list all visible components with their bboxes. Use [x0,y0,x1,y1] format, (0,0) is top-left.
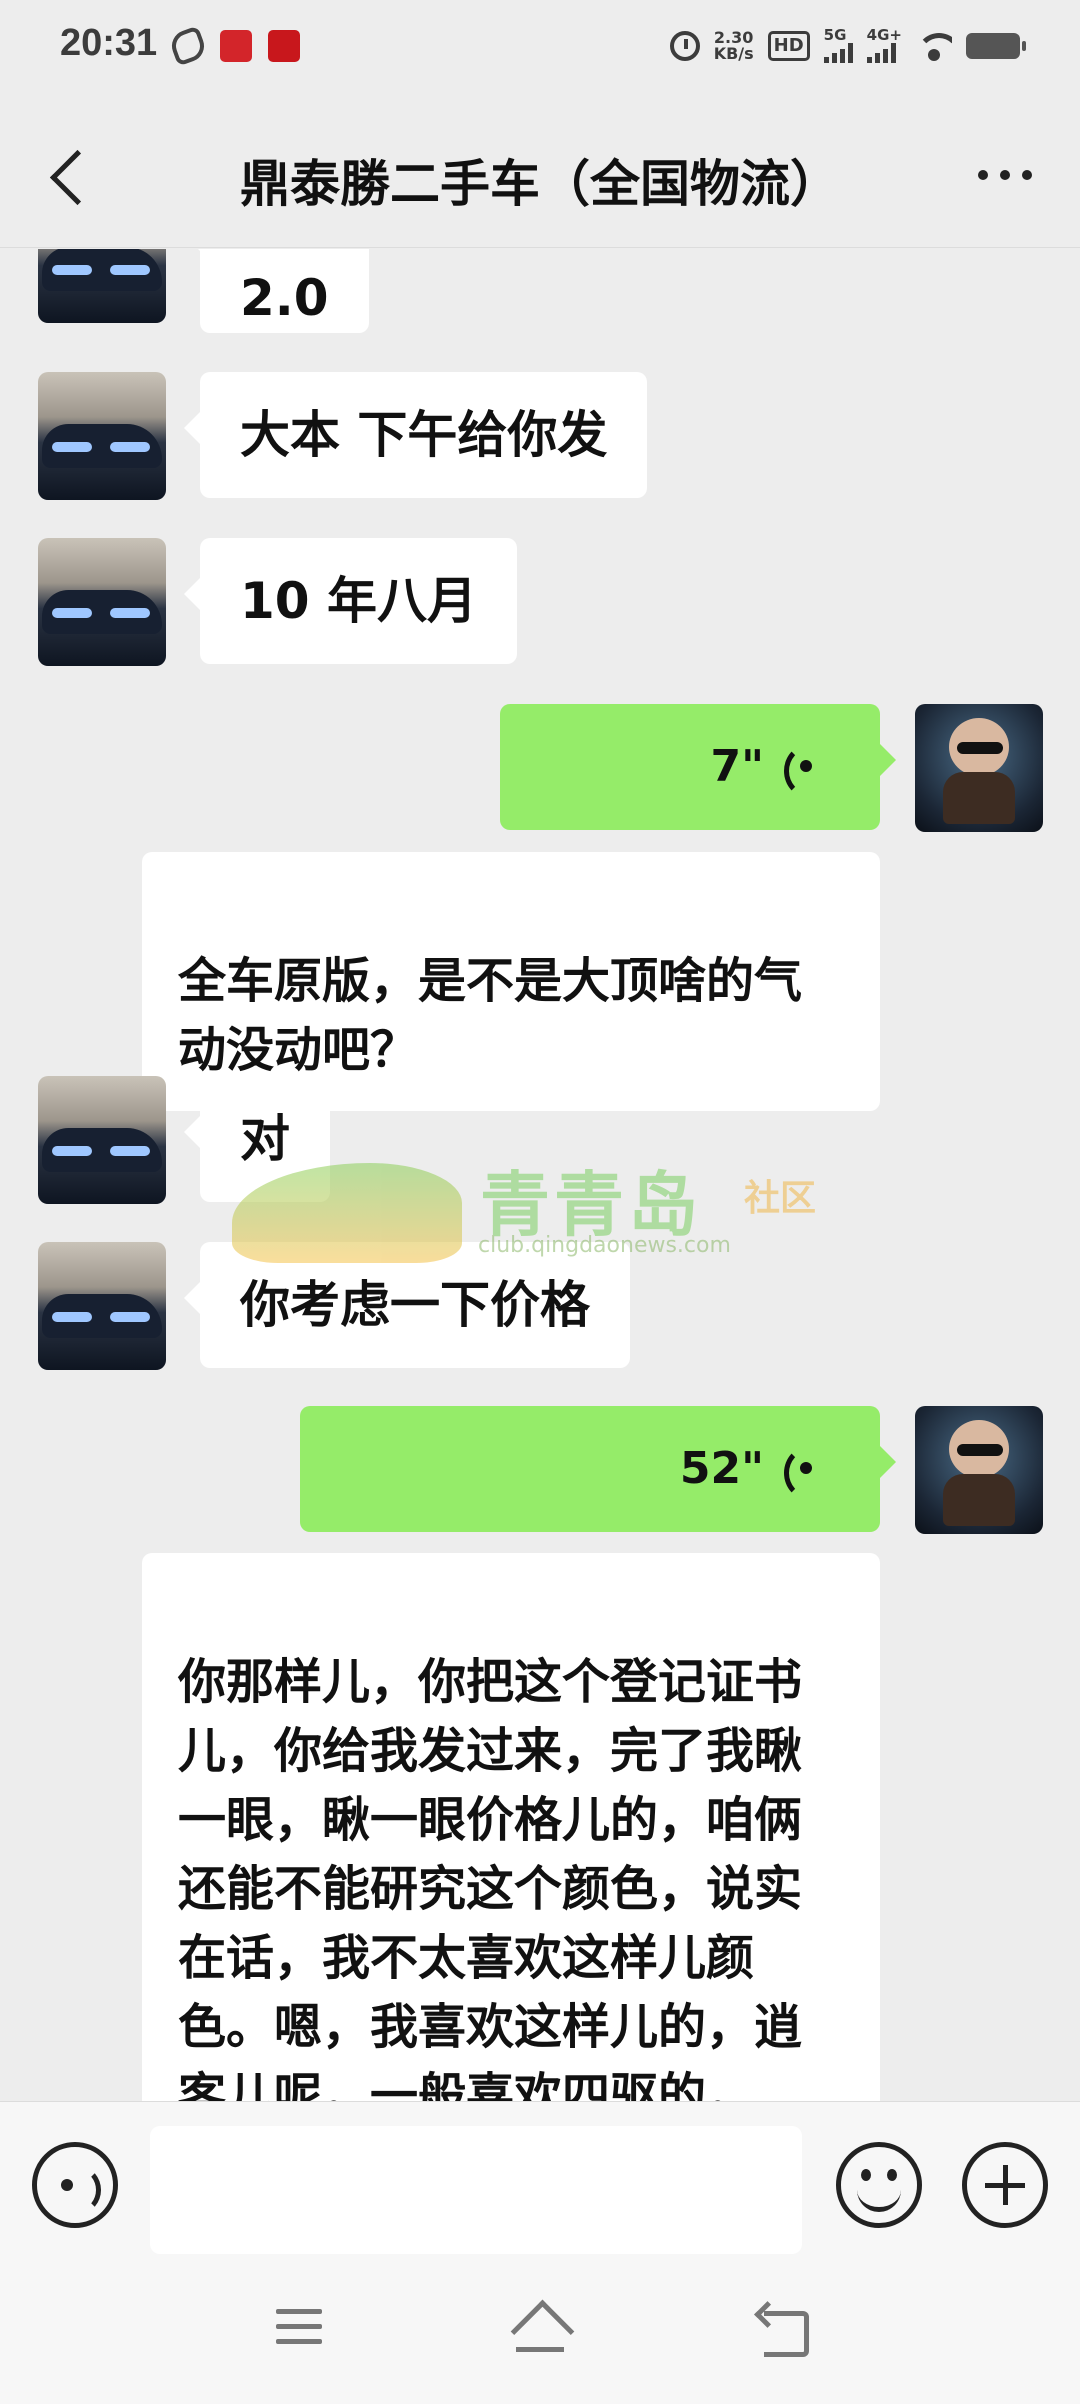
contact-avatar[interactable] [38,372,166,500]
watermark-brand: 青青岛 [480,1164,702,1246]
contact-avatar[interactable] [38,249,166,323]
home-icon[interactable] [512,2303,568,2353]
watermark-sub: 社区 [744,1178,817,1219]
message-text: 你考虑一下价格 [240,1276,590,1334]
network-speed: 2.30 KB/s [713,29,754,63]
more-actions-plus-icon[interactable] [962,2142,1048,2228]
voice-duration: 7" [710,741,764,792]
alarm-icon [669,30,700,61]
signal-bars-icon-2 [866,43,896,63]
message-bubble[interactable]: 2.0 [184,249,369,333]
voice-wave-icon [784,744,820,798]
battery-icon [966,32,1026,59]
message-bubble[interactable]: 你考虑一下价格 [184,1242,630,1368]
notification-icons [167,25,300,67]
message-bubble[interactable]: 10 年八月 [184,538,517,664]
my-avatar[interactable] [915,704,1043,832]
leaf-app-icon [167,25,209,67]
contact-avatar[interactable] [38,1242,166,1370]
message-input[interactable] [150,2126,802,2254]
status-indicators: 2.30 KB/s HD 5G 4G+ [669,26,1026,63]
voice-transcript[interactable]: 你那样儿，你把这个登记证书儿，你给我发过来，完了我瞅一眼，瞅一眼价格儿的，咱俩还… [142,1553,880,2101]
red-app-icon-2 [268,30,300,62]
status-bar: 20:31 2.30 KB/s HD 5G 4G+ [0,0,1080,100]
voice-message-bubble[interactable]: 7" [500,704,896,830]
voice-message-bubble[interactable]: 52" [300,1406,896,1532]
message-text: 大本 下午给你发 [240,406,608,464]
recent-apps-icon[interactable] [276,2309,322,2349]
message-text: 10 年八月 [240,572,477,630]
chat-message-list[interactable]: 2.0 大本 下午给你发 10 年八月 7" 全车原版，是不是大顶啥的气动没动吧… [0,249,1080,2101]
voice-transcript[interactable]: 全车原版，是不是大顶啥的气动没动吧？ [142,852,880,1111]
voice-duration: 52" [679,1443,764,1494]
message-bubble[interactable]: 对 [184,1076,330,1202]
status-time: 20:31 [60,22,158,64]
chat-header: 鼎泰勝二手车（全国物流） [0,100,1080,248]
signal-sim1: 5G [823,26,853,63]
chat-title: 鼎泰勝二手车（全国物流） [240,155,840,213]
more-options-icon[interactable] [970,150,1040,200]
contact-avatar[interactable] [38,1076,166,1204]
chat-input-bar [0,2101,1080,2265]
voice-wave-icon [784,1446,820,1500]
nav-back-icon[interactable] [756,2305,809,2357]
network-speed-unit: KB/s [713,43,754,63]
signal-sim1-label: 5G [823,26,847,44]
message-text: 对 [240,1110,290,1168]
message-text: 2.0 [240,269,329,327]
contact-avatar[interactable] [38,538,166,666]
my-avatar[interactable] [915,1406,1043,1534]
transcript-text: 你那样儿，你把这个登记证书儿，你给我发过来，完了我瞅一眼，瞅一眼价格儿的，咱俩还… [178,1654,803,2101]
system-nav-bar [0,2265,1080,2404]
signal-bars-icon [823,43,853,63]
signal-sim2: 4G+ [866,26,902,63]
voice-input-toggle-icon[interactable] [32,2142,118,2228]
transcript-text: 全车原版，是不是大顶啥的气动没动吧？ [178,953,803,1078]
message-bubble[interactable]: 大本 下午给你发 [183,372,648,498]
hd-voice-icon: HD [767,30,810,61]
wifi-icon [916,31,952,61]
emoji-icon[interactable] [836,2142,922,2228]
signal-sim2-label: 4G+ [866,26,902,44]
red-app-icon [220,30,252,62]
